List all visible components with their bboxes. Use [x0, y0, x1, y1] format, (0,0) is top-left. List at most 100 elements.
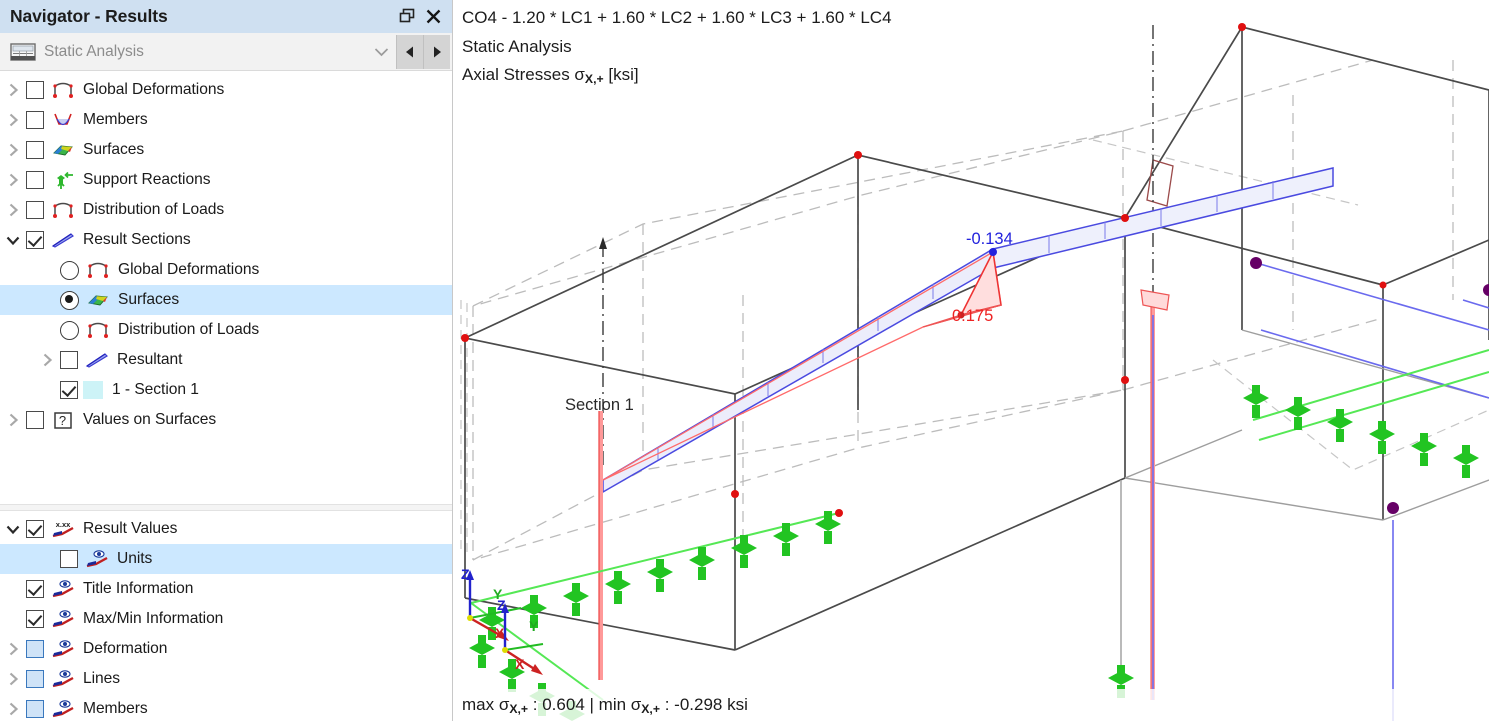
- panel-splitter[interactable]: [0, 504, 452, 511]
- analysis-type-value: Static Analysis: [44, 43, 366, 61]
- chevron-right-icon[interactable]: [0, 105, 26, 135]
- checkbox[interactable]: [26, 141, 44, 159]
- float-icon[interactable]: [394, 4, 420, 30]
- chevron-right-icon[interactable]: [0, 405, 26, 435]
- tree-item-support-reactions[interactable]: Support Reactions: [0, 165, 452, 195]
- twisty-spacer: [34, 315, 60, 345]
- tree-item-1-section-1[interactable]: 1 - Section 1: [0, 375, 452, 405]
- tree-item-global-deformations[interactable]: Global Deformations: [0, 75, 452, 105]
- model-render: [453, 0, 1489, 721]
- checkbox[interactable]: [26, 111, 44, 129]
- section-icon: [49, 229, 76, 251]
- surface-icon: [84, 289, 111, 311]
- tree-item-resultant[interactable]: Resultant: [0, 345, 452, 375]
- tree-item-label: Result Sections: [83, 231, 191, 249]
- close-icon[interactable]: [420, 4, 446, 30]
- frame-icon: [49, 199, 76, 221]
- tree-item-surfaces[interactable]: Surfaces: [0, 135, 452, 165]
- chevron-right-icon[interactable]: [0, 195, 26, 225]
- tree-item-label: Resultant: [117, 351, 182, 369]
- tree-item-global-deformations[interactable]: Global Deformations: [0, 255, 452, 285]
- checkbox[interactable]: [26, 201, 44, 219]
- radio-button[interactable]: [60, 321, 79, 340]
- radio-button[interactable]: [60, 291, 79, 310]
- tree-item-lines[interactable]: Lines: [0, 664, 452, 694]
- support-symbols: [469, 385, 1479, 721]
- checkbox[interactable]: [26, 640, 44, 658]
- display-properties-tree: x.xx Result Values Units Title Information M…: [0, 511, 452, 721]
- eye-icon: [49, 638, 76, 660]
- analysis-type-combobox[interactable]: Static Analysis: [0, 33, 452, 71]
- frame-icon: [49, 79, 76, 101]
- tree-item-surfaces[interactable]: Surfaces: [0, 285, 452, 315]
- tree-item-label: Support Reactions: [83, 171, 210, 189]
- chevron-right-icon[interactable]: [0, 75, 26, 105]
- chevron-right-icon[interactable]: [0, 694, 26, 721]
- tree-item-label: Result Values: [83, 520, 177, 538]
- eye-icon: [49, 668, 76, 690]
- checkbox[interactable]: [26, 580, 44, 598]
- tree-item-max-min-information[interactable]: Max/Min Information: [0, 604, 452, 634]
- chevron-down-icon[interactable]: [0, 514, 26, 544]
- stress-diagram-negative: [603, 168, 1333, 492]
- chevron-right-icon[interactable]: [34, 345, 60, 375]
- eye-icon: [49, 608, 76, 630]
- chevron-down-icon[interactable]: [0, 225, 26, 255]
- checkbox[interactable]: [60, 351, 78, 369]
- checkbox[interactable]: [26, 520, 44, 538]
- checkbox[interactable]: [26, 610, 44, 628]
- tree-item-label: Title Information: [83, 580, 193, 598]
- chevron-right-icon[interactable]: [0, 165, 26, 195]
- table-icon: [8, 41, 38, 63]
- chevron-right-icon[interactable]: [0, 664, 26, 694]
- eye-icon: [49, 698, 76, 720]
- tree-item-result-sections[interactable]: Result Sections: [0, 225, 452, 255]
- tree-item-result-values[interactable]: x.xx Result Values: [0, 514, 452, 544]
- svg-text:?: ?: [58, 413, 65, 428]
- tree-item-label: Global Deformations: [83, 81, 224, 99]
- tree-item-distribution-of-loads[interactable]: Distribution of Loads: [0, 195, 452, 225]
- tree-item-label: Max/Min Information: [83, 610, 223, 628]
- tree-item-units[interactable]: Units: [0, 544, 452, 574]
- checkbox[interactable]: [26, 231, 44, 249]
- checkbox[interactable]: [26, 411, 44, 429]
- chevron-down-icon[interactable]: [366, 34, 396, 70]
- members-icon: [49, 109, 76, 131]
- tree-item-label: Lines: [83, 670, 120, 688]
- xxx-icon: x.xx: [49, 518, 76, 540]
- prev-arrow-icon[interactable]: [396, 35, 423, 69]
- tree-item-label: Surfaces: [83, 141, 144, 159]
- navigator-results-panel: Navigator - Results: [0, 0, 453, 721]
- checkbox[interactable]: [60, 550, 78, 568]
- checkbox[interactable]: [26, 670, 44, 688]
- next-arrow-icon[interactable]: [423, 35, 450, 69]
- tree-item-label: Global Deformations: [118, 261, 259, 279]
- checkbox[interactable]: [26, 700, 44, 718]
- section-color-swatch: [83, 381, 103, 399]
- checkbox[interactable]: [26, 81, 44, 99]
- radio-button[interactable]: [60, 261, 79, 280]
- results-tree: Global Deformations Members Surfaces Suppor…: [0, 71, 452, 504]
- tree-item-label: Units: [117, 550, 152, 568]
- twisty-spacer: [34, 375, 60, 405]
- chevron-right-icon[interactable]: [0, 634, 26, 664]
- surface-icon: [49, 139, 76, 161]
- tree-item-deformation[interactable]: Deformation: [0, 634, 452, 664]
- tree-item-members[interactable]: Members: [0, 105, 452, 135]
- tree-item-values-on-surfaces[interactable]: ? Values on Surfaces: [0, 405, 452, 435]
- tree-item-label: Surfaces: [118, 291, 179, 309]
- checkbox[interactable]: [26, 171, 44, 189]
- twisty-spacer: [0, 574, 26, 604]
- tree-item-label: Values on Surfaces: [83, 411, 216, 429]
- tree-item-label: Members: [83, 111, 148, 129]
- 3d-model-viewport[interactable]: CO4 - 1.20 * LC1 + 1.60 * LC2 + 1.60 * L…: [453, 0, 1489, 721]
- tree-item-members[interactable]: Members: [0, 694, 452, 721]
- twisty-spacer: [34, 285, 60, 315]
- tree-item-label: 1 - Section 1: [112, 381, 199, 399]
- eye-icon: [83, 548, 110, 570]
- tree-item-distribution-of-loads[interactable]: Distribution of Loads: [0, 315, 452, 345]
- navigator-titlebar: Navigator - Results: [0, 0, 452, 33]
- chevron-right-icon[interactable]: [0, 135, 26, 165]
- checkbox[interactable]: [60, 381, 78, 399]
- tree-item-title-information[interactable]: Title Information: [0, 574, 452, 604]
